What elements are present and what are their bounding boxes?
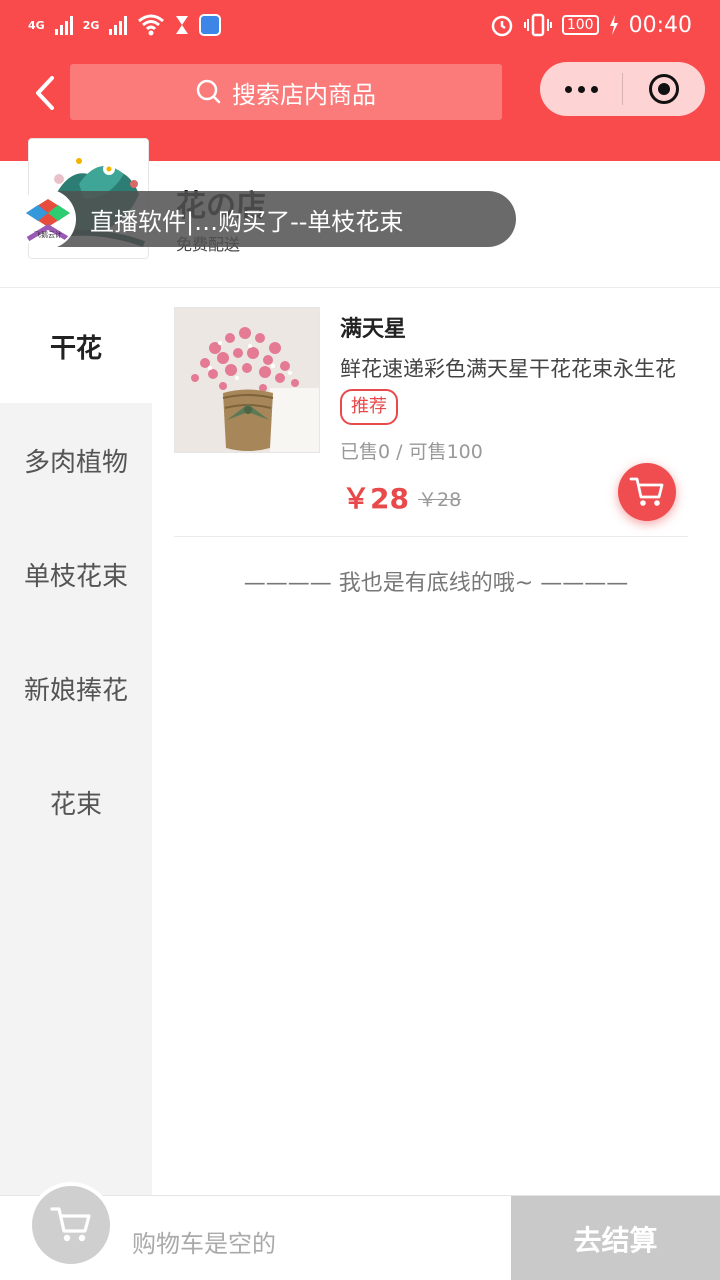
alarm-icon (491, 15, 513, 37)
category-item-succulents[interactable]: 多肉植物 (0, 403, 152, 517)
product-list: 满天星 鲜花速递彩色满天星干花花束永生花 推荐 已售0 / 可售100 ￥28 … (152, 289, 720, 1195)
flower-bouquet-image (175, 308, 319, 452)
cart-button[interactable] (28, 1182, 114, 1268)
purchase-notification-toast: 飞鹅云计 直播软件|…购买了--单枝花束 (16, 189, 516, 249)
product-stock-info: 已售0 / 可售100 (340, 441, 483, 463)
battery-indicator: 100 (561, 15, 599, 35)
recommend-badge: 推荐 (340, 389, 398, 425)
cart-icon (50, 1207, 91, 1242)
product-original-price: ￥28 (418, 489, 462, 511)
category-item-bridal-bouquet[interactable]: 新娘捧花 (0, 631, 152, 745)
category-sidebar: 干花 多肉植物 单枝花束 新娘捧花 花束 (0, 289, 152, 1195)
product-image[interactable] (174, 307, 320, 453)
back-chevron-icon (36, 76, 54, 110)
cart-bar: 购物车是空的 去结算 (0, 1182, 720, 1280)
vibrate-icon (523, 13, 552, 37)
product-price: ￥28 (342, 482, 409, 515)
shield-icon (199, 14, 222, 36)
signal-icon (54, 15, 73, 35)
miniprogram-capsule (540, 62, 705, 116)
logo-text: 飞鹅云计 (34, 230, 62, 239)
more-button[interactable] (540, 62, 622, 116)
product-title: 满天星 (340, 317, 407, 342)
target-close-icon (649, 74, 679, 104)
category-item-dried-flowers[interactable]: 干花 (0, 289, 152, 403)
buyer-avatar: 飞鹅云计 (16, 189, 76, 249)
status-bar: 4G 2G 100 00:40 (0, 0, 720, 50)
feie-logo-icon: 飞鹅云计 (18, 191, 74, 247)
signal-icon-2 (109, 15, 128, 35)
back-button[interactable] (28, 74, 62, 112)
cart-icon (629, 477, 664, 506)
charging-icon (609, 15, 618, 35)
wifi-icon (138, 14, 165, 36)
search-input[interactable]: 搜索店内商品 (70, 64, 502, 120)
network-type-1: 4G (28, 18, 45, 32)
category-item-bouquet[interactable]: 花束 (0, 745, 152, 859)
add-to-cart-button[interactable] (618, 463, 676, 521)
product-card[interactable]: 满天星 鲜花速递彩色满天星干花花束永生花 推荐 已售0 / 可售100 ￥28 … (174, 307, 688, 537)
search-placeholder: 搜索店内商品 (232, 80, 376, 109)
cart-empty-text: 购物车是空的 (132, 1230, 276, 1258)
hourglass-icon (176, 16, 189, 34)
checkout-button[interactable]: 去结算 (511, 1196, 720, 1280)
search-icon (196, 79, 221, 104)
product-description: 鲜花速递彩色满天星干花花束永生花 (340, 357, 676, 381)
category-item-single-stem[interactable]: 单枝花束 (0, 517, 152, 631)
close-miniprogram-button[interactable] (623, 74, 705, 104)
toast-message: 直播软件|…购买了--单枝花束 (90, 207, 404, 236)
list-end-text: ———— 我也是有底线的哦~ ———— (243, 571, 629, 596)
network-type-2: 2G (82, 18, 100, 32)
clock: 00:40 (628, 12, 692, 38)
more-dots-icon (564, 85, 572, 93)
